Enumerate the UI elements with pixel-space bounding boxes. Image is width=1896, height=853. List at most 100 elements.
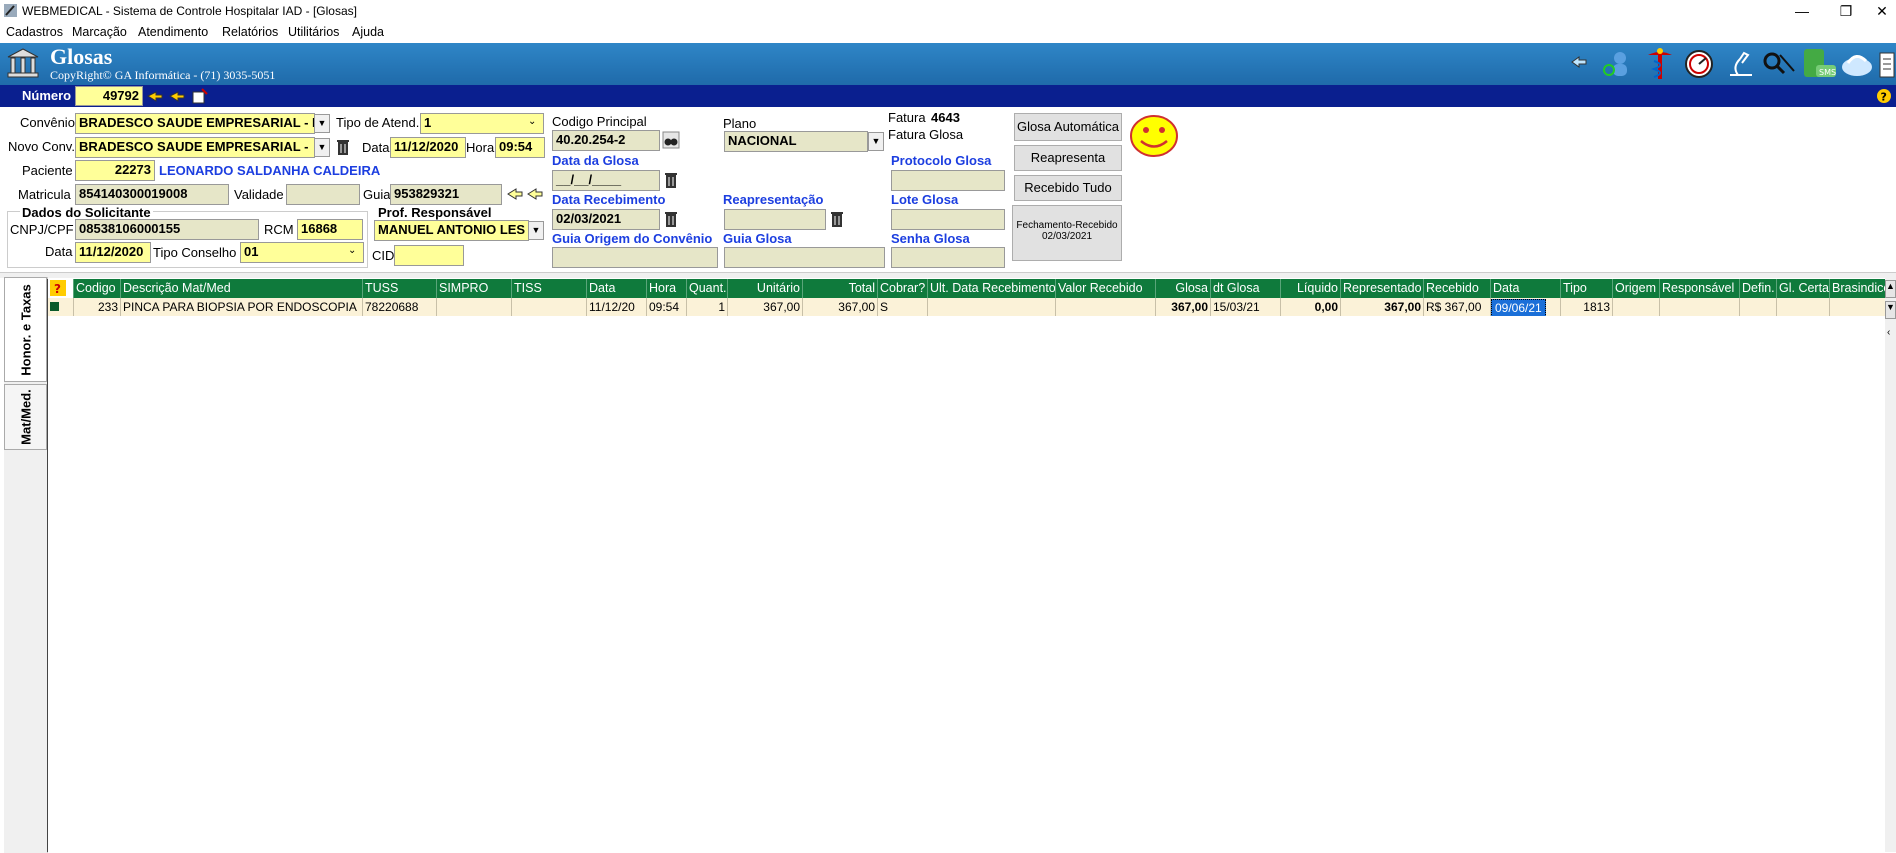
col-liquido[interactable]: Líquido — [1281, 279, 1341, 298]
cell-codigo[interactable]: 233 — [74, 298, 121, 316]
menu-atendimento[interactable]: Atendimento — [138, 25, 208, 39]
col-valor-recebido[interactable]: Valor Recebido — [1056, 279, 1156, 298]
rcm-field[interactable]: 16868 — [297, 219, 363, 240]
cell-data-2-value[interactable]: 09/06/21 — [1491, 299, 1546, 316]
nav-up-icon[interactable]: ▲ — [1885, 280, 1896, 298]
senha-glosa-field[interactable] — [891, 247, 1005, 268]
data-glosa-field[interactable]: __/__/____ — [552, 170, 660, 191]
nav-down-icon[interactable]: ▼ — [1885, 301, 1896, 319]
col-defin[interactable]: Defin. — [1740, 279, 1777, 298]
help-icon[interactable]: ? — [1876, 88, 1892, 104]
guia-origem-field[interactable] — [552, 247, 718, 268]
col-quant[interactable]: Quant. — [687, 279, 728, 298]
cell-cobrar[interactable]: S — [878, 298, 928, 316]
cell-defin[interactable] — [1740, 298, 1777, 316]
speedometer-icon[interactable] — [1684, 49, 1714, 79]
codigo-principal-field[interactable]: 40.20.254-2 — [552, 130, 660, 151]
sms-icon[interactable]: SMS — [1800, 47, 1838, 81]
paciente-id-field[interactable]: 22273 — [75, 160, 155, 181]
trash-icon[interactable] — [830, 210, 844, 228]
trash-icon[interactable] — [664, 171, 678, 189]
matricula-field[interactable]: 854140300019008 — [75, 184, 229, 205]
hora-field[interactable]: 09:54 — [495, 137, 545, 158]
cell-valor-recebido[interactable] — [1056, 298, 1156, 316]
chevron-left-icon[interactable]: ‹ — [1887, 327, 1890, 338]
cell-data-2[interactable]: 09/06/21 — [1491, 298, 1561, 316]
col-hora[interactable]: Hora — [647, 279, 687, 298]
col-recebido[interactable]: Recebido — [1424, 279, 1491, 298]
col-tuss[interactable]: TUSS — [363, 279, 437, 298]
col-total[interactable]: Total — [803, 279, 878, 298]
col-descricao[interactable]: Descrição Mat/Med — [121, 279, 363, 298]
col-responsavel[interactable]: Responsável — [1660, 279, 1740, 298]
cell-recebido[interactable]: R$ 367,00 — [1424, 298, 1491, 316]
binoculars-icon[interactable] — [662, 131, 680, 149]
guia-glosa-field[interactable] — [724, 247, 885, 268]
cell-ult-data-recebimento[interactable] — [928, 298, 1056, 316]
arrow-forward-icon[interactable] — [526, 187, 544, 201]
convenio-select[interactable]: BRADESCO SAUDE EMPRESARIAL - II — [75, 113, 315, 134]
right-scrollbar[interactable]: ▲ ▼ ‹ — [1885, 277, 1896, 852]
col-brasindice[interactable]: Brasindice — [1830, 279, 1886, 298]
help-icon[interactable]: ? — [50, 280, 66, 296]
cell-quant[interactable]: 1 — [687, 298, 728, 316]
cell-unitario[interactable]: 367,00 — [728, 298, 803, 316]
cell-simpro[interactable] — [437, 298, 512, 316]
numero-field[interactable]: 49792 — [75, 86, 143, 106]
restore-icon[interactable]: ❐ — [1824, 0, 1868, 22]
col-tiss[interactable]: TISS — [512, 279, 587, 298]
chevron-down-icon[interactable]: ▼ — [314, 138, 330, 157]
new-record-icon[interactable] — [192, 88, 208, 104]
prof-select[interactable]: MANUEL ANTONIO LES — [374, 220, 529, 241]
menu-marcacao[interactable]: Marcação — [72, 25, 127, 39]
data-recebimento-field[interactable]: 02/03/2021 — [552, 209, 660, 230]
col-codigo[interactable]: Codigo — [74, 279, 121, 298]
minimize-icon[interactable]: — — [1780, 0, 1824, 22]
chevron-down-icon[interactable]: ⌄ — [348, 245, 356, 256]
cell-glosa[interactable]: 367,00 — [1156, 298, 1211, 316]
cell-tipo[interactable]: 1813 — [1561, 298, 1613, 316]
hand-pointer-icon[interactable] — [146, 90, 164, 102]
cell-hora[interactable]: 09:54 — [647, 298, 687, 316]
data-field[interactable]: 11/12/2020 — [390, 137, 466, 158]
cell-tuss[interactable]: 78220688 — [363, 298, 437, 316]
menu-utilitarios[interactable]: Utilitários — [288, 25, 339, 39]
cell-data[interactable]: 11/12/20 — [587, 298, 647, 316]
row-selector[interactable] — [48, 298, 74, 316]
reapresenta-auto-button[interactable]: Reapresenta Auto. — [1014, 145, 1122, 189]
cell-origem[interactable] — [1613, 298, 1660, 316]
col-tipo[interactable]: Tipo — [1561, 279, 1613, 298]
cell-representado[interactable]: 367,00 — [1341, 298, 1424, 316]
col-origem[interactable]: Origem — [1613, 279, 1660, 298]
protocolo-glosa-field[interactable] — [891, 170, 1005, 191]
tipo-atend-select[interactable]: 1 — [420, 113, 544, 134]
cell-responsavel[interactable] — [1660, 298, 1740, 316]
cell-gl-certa[interactable] — [1777, 298, 1830, 316]
col-ult-data-recebimento[interactable]: Ult. Data Recebimento — [928, 279, 1056, 298]
col-data-2[interactable]: Data — [1491, 279, 1561, 298]
guia-field[interactable]: 953829321 — [390, 184, 502, 205]
trash-icon[interactable] — [336, 138, 350, 156]
col-glosa[interactable]: Glosa — [1156, 279, 1211, 298]
cell-brasindice[interactable] — [1830, 298, 1886, 316]
fechamento-recebido-button[interactable]: Fechamento-Recebido 02/03/2021 — [1012, 205, 1122, 261]
novo-conv-select[interactable]: BRADESCO SAUDE EMPRESARIAL - — [75, 137, 315, 158]
tab-honor-taxas[interactable]: Honor. e Taxas — [4, 277, 47, 382]
trash-icon[interactable] — [664, 210, 678, 228]
cnpj-field[interactable]: 08538106000155 — [75, 219, 259, 240]
close-icon[interactable]: ✕ — [1868, 0, 1896, 22]
cell-dt-glosa[interactable]: 15/03/21 — [1211, 298, 1281, 316]
menu-ajuda[interactable]: Ajuda — [352, 25, 384, 39]
menu-relatorios[interactable]: Relatórios — [222, 25, 278, 39]
menu-cadastros[interactable]: Cadastros — [6, 25, 63, 39]
col-cobrar[interactable]: Cobrar? — [878, 279, 928, 298]
validade-field[interactable] — [286, 184, 360, 205]
chevron-down-icon[interactable]: ▼ — [528, 221, 544, 240]
tipo-conselho-select[interactable]: 01 — [240, 242, 364, 263]
arrow-forward-icon[interactable] — [506, 187, 524, 201]
search-document-icon[interactable] — [1762, 51, 1796, 77]
user-search-icon[interactable] — [1600, 49, 1632, 79]
glosa-automatica-button[interactable]: Glosa Automática — [1014, 113, 1122, 141]
cell-liquido[interactable]: 0,00 — [1281, 298, 1341, 316]
reapresentacao-field[interactable] — [724, 209, 826, 230]
